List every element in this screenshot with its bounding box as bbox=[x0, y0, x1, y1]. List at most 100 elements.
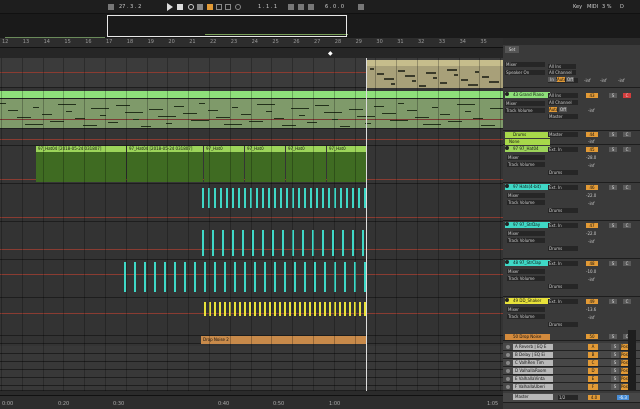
mixer-select[interactable]: Mixer bbox=[505, 101, 545, 106]
arm-button[interactable]: C bbox=[623, 223, 631, 228]
track-number[interactable]: 44 bbox=[586, 132, 598, 137]
play-icon[interactable] bbox=[167, 3, 173, 11]
track-number[interactable]: 50 bbox=[586, 334, 598, 339]
volume-value[interactable]: -28.0 bbox=[586, 155, 596, 160]
time-ruler[interactable]: 0:00 0:20 0:30 0:40 0:50 1:00 1:05 bbox=[0, 395, 503, 409]
input-select[interactable]: Ext. In bbox=[548, 261, 578, 266]
locator-ruler[interactable]: ◆ bbox=[0, 48, 503, 58]
loop-start[interactable]: 1 . 1 . 1 bbox=[258, 0, 277, 14]
mixer-select[interactable]: Mixer bbox=[507, 231, 545, 236]
overdub-icon[interactable] bbox=[197, 4, 203, 10]
return-number[interactable]: A bbox=[588, 344, 598, 350]
return-label[interactable]: A Reverb | EQ E bbox=[513, 344, 553, 350]
loop-marker-icon[interactable]: ◆ bbox=[328, 50, 333, 57]
fold-icon[interactable] bbox=[505, 298, 509, 302]
volume-value[interactable]: -13.6 bbox=[586, 307, 596, 312]
volume-value[interactable]: -22.0 bbox=[586, 193, 596, 198]
arrangement-lanes[interactable]: 97_Hat04 [2018-05-24 031807] 97_Hat04 [2… bbox=[0, 58, 508, 391]
input-select[interactable]: Ext. In bbox=[548, 147, 578, 152]
track-header[interactable]: 49 DD_Shaker Ext. In 49 S C Mixer -13.6 Track V… bbox=[503, 297, 640, 335]
return-number[interactable]: B bbox=[588, 352, 598, 358]
solo-button[interactable]: S bbox=[609, 223, 617, 228]
input-select[interactable]: All Ins bbox=[548, 64, 576, 69]
output-select[interactable]: Master bbox=[548, 132, 578, 137]
return-label[interactable]: F ValhallaUberi bbox=[513, 384, 553, 390]
output-select[interactable]: Drums bbox=[548, 170, 578, 175]
solo-button[interactable]: S bbox=[609, 334, 617, 339]
return-track[interactable]: B Delay | EQ Ei B S Post bbox=[503, 351, 640, 359]
track-name[interactable]: 49 DD_Shaker bbox=[505, 298, 550, 304]
audio-clip[interactable] bbox=[122, 260, 366, 296]
track-number[interactable]: 43 bbox=[586, 93, 598, 98]
solo-button[interactable]: S bbox=[611, 368, 619, 374]
solo-button[interactable]: S bbox=[609, 93, 617, 98]
overview-view-window[interactable] bbox=[107, 15, 347, 37]
loop-icon[interactable] bbox=[288, 4, 294, 10]
chain-select[interactable]: Track Volume bbox=[507, 200, 545, 205]
mixer-select[interactable]: Mixer bbox=[507, 307, 545, 312]
track-number[interactable]: 49 bbox=[586, 299, 598, 304]
output-select[interactable]: Master bbox=[548, 114, 578, 119]
audio-clip[interactable]: 97_Hat04 [2018-05-24 031807] bbox=[127, 146, 203, 182]
return-label[interactable]: D ValhallaRoom bbox=[513, 368, 553, 374]
mixer-select[interactable]: Mixer bbox=[505, 62, 545, 67]
master-volume[interactable]: -6.3 bbox=[617, 395, 629, 400]
chain-select[interactable]: Track Volume bbox=[507, 276, 545, 281]
track-header[interactable]: 97 97_Hat04 Ext. In 45 S C Mixer -28.0 Track Vo… bbox=[503, 145, 640, 183]
return-track[interactable]: A Reverb | EQ E A S Post bbox=[503, 343, 640, 351]
return-number[interactable]: F bbox=[588, 384, 598, 390]
punch-icon[interactable] bbox=[235, 4, 241, 10]
fold-icon[interactable] bbox=[505, 222, 509, 226]
punch-in-icon[interactable] bbox=[298, 4, 304, 10]
return-number[interactable]: E bbox=[588, 376, 598, 382]
return-label[interactable]: B Delay | EQ Ei bbox=[513, 352, 553, 358]
return-track[interactable]: C ValhRen Tim C S Post bbox=[503, 359, 640, 367]
fold-icon[interactable] bbox=[505, 92, 509, 96]
track-header[interactable]: 48 97_StrClap Ext. In 48 S C Mixer -10.0 Track … bbox=[503, 259, 640, 297]
session-record-icon[interactable] bbox=[225, 4, 231, 10]
output-select[interactable]: Drums bbox=[548, 284, 578, 289]
master-ratio[interactable]: 1/2 bbox=[558, 395, 578, 400]
arm-button[interactable]: C bbox=[623, 185, 631, 190]
audio-clip[interactable]: Drop Noise 2 bbox=[201, 336, 366, 344]
return-track[interactable]: D ValhallaRoom D S Post bbox=[503, 367, 640, 375]
track-number[interactable]: 46 bbox=[586, 185, 598, 190]
draw-icon[interactable] bbox=[358, 4, 364, 10]
return-track[interactable]: F ValhallaUberi F S Post bbox=[503, 383, 640, 391]
track-header[interactable]: 97 97_StrDay Ext. In 47 S C Mixer -22.0 Track V… bbox=[503, 221, 640, 259]
monitor-auto-button[interactable]: Auto bbox=[557, 77, 566, 82]
monitor-off-button[interactable]: Off bbox=[566, 77, 574, 82]
record-icon[interactable] bbox=[188, 4, 194, 10]
mixer-select[interactable]: Mixer bbox=[507, 155, 545, 160]
mixer-select[interactable]: Mixer bbox=[507, 269, 545, 274]
midi-clip[interactable] bbox=[366, 60, 503, 88]
master-track[interactable]: Master 1/2 4.0 -6.3 bbox=[503, 393, 640, 403]
volume-value[interactable]: -22.0 bbox=[586, 231, 596, 236]
stop-icon[interactable] bbox=[177, 4, 183, 10]
monitor-in-button[interactable]: In bbox=[548, 77, 556, 82]
track-name[interactable]: 97 97_Hat04 bbox=[505, 146, 550, 152]
output-select[interactable]: Drums bbox=[548, 208, 578, 213]
fold-icon[interactable] bbox=[505, 146, 509, 150]
chain-select[interactable]: Track Volume bbox=[507, 162, 545, 167]
solo-button[interactable]: S bbox=[611, 384, 619, 390]
solo-button[interactable]: S bbox=[609, 185, 617, 190]
track-name[interactable]: 50 Drop Noise bbox=[505, 334, 550, 340]
input-select[interactable]: Ext. In bbox=[548, 299, 578, 304]
solo-button[interactable]: S bbox=[611, 360, 619, 366]
track-name[interactable]: 43 Grand Piano bbox=[505, 92, 550, 98]
fold-icon[interactable] bbox=[505, 184, 509, 188]
vertical-scrollbar[interactable] bbox=[628, 330, 636, 390]
track-header-drop-noise[interactable]: 50 Drop Noise 50 S C bbox=[503, 333, 640, 341]
arm-button[interactable]: C bbox=[623, 93, 631, 98]
return-label[interactable]: C ValhRen Tim bbox=[513, 360, 553, 366]
track-name[interactable]: 48 97_StrClap bbox=[505, 260, 550, 266]
key-map-button[interactable]: Key bbox=[573, 0, 582, 14]
channel-select[interactable]: All Channel bbox=[548, 70, 576, 75]
track-number[interactable]: 47 bbox=[586, 223, 598, 228]
arm-button[interactable]: C bbox=[623, 261, 631, 266]
input-select[interactable]: All Ins bbox=[548, 93, 578, 98]
set-button[interactable]: Set bbox=[505, 46, 519, 53]
input-select[interactable]: Ext. In bbox=[548, 185, 578, 190]
solo-button[interactable]: S bbox=[611, 376, 619, 382]
